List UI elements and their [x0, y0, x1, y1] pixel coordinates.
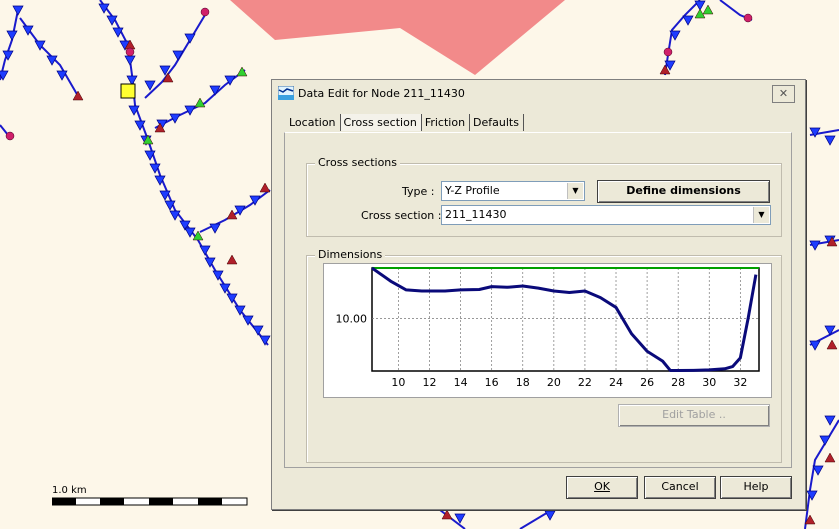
boundary-marker [702, 4, 714, 15]
define-dimensions-label: Define dimensions [626, 184, 741, 197]
x-tick-label: 24 [609, 376, 623, 389]
node-marker [6, 30, 18, 41]
node-marker [824, 135, 836, 146]
ok-button[interactable]: OK [566, 476, 638, 499]
structure-marker [441, 509, 453, 520]
node-marker [184, 33, 196, 44]
node-marker [544, 510, 556, 521]
y-tick-label: 10.00 [336, 312, 368, 325]
node-marker [809, 340, 821, 351]
dialog-titlebar[interactable]: Data Edit for Node 211_11430 ✕ [274, 82, 803, 104]
x-tick-label: 26 [640, 376, 654, 389]
node-marker [184, 105, 196, 116]
plot-area [371, 267, 760, 372]
x-tick-label: 30 [702, 376, 716, 389]
cross-section-chart: 10 12 14 16 18 20 22 24 26 28 30 32 10.00 [336, 266, 760, 389]
type-label: Type : [402, 185, 435, 198]
node-marker [124, 55, 136, 66]
define-dimensions-button[interactable]: Define dimensions [597, 180, 770, 203]
gauge-marker [5, 131, 15, 141]
landuse-area [230, 0, 565, 75]
x-tick-label: 18 [516, 376, 530, 389]
selected-node [120, 83, 136, 99]
x-tick-label: 32 [733, 376, 747, 389]
x-tick-label: 10 [391, 376, 405, 389]
node-marker [812, 465, 824, 476]
ok-label: OK [594, 480, 610, 493]
cancel-button[interactable]: Cancel [644, 476, 716, 499]
node-marker [819, 435, 831, 446]
scale-bar-graphic [52, 497, 248, 506]
tab-location[interactable]: Location [286, 114, 341, 131]
node-marker [824, 415, 836, 426]
boundary-marker [236, 66, 248, 77]
tab-strip: Location Cross section Friction Defaults [286, 114, 524, 132]
structure-marker [226, 254, 238, 265]
chevron-down-icon[interactable]: ▼ [567, 183, 583, 199]
gauge-marker [200, 7, 210, 17]
edit-table-label: Edit Table .. [662, 408, 726, 421]
dialog-title: Data Edit for Node 211_11430 [298, 87, 465, 100]
tab-friction[interactable]: Friction [422, 114, 471, 131]
x-tick-label: 22 [578, 376, 592, 389]
help-button[interactable]: Help [720, 476, 792, 499]
cross-sections-group-title: Cross sections [315, 156, 400, 169]
network-icon [278, 86, 294, 100]
help-label: Help [743, 480, 769, 493]
dimensions-group-title: Dimensions [315, 248, 386, 261]
x-tick-label: 16 [485, 376, 499, 389]
x-tick-label: 20 [547, 376, 561, 389]
cancel-label: Cancel [661, 480, 699, 493]
type-select[interactable]: Y-Z Profile ▼ [441, 181, 585, 201]
node-marker [252, 325, 264, 336]
x-tick-label: 12 [423, 376, 437, 389]
node-marker [209, 223, 221, 234]
tab-cross-section[interactable]: Cross section [340, 114, 422, 131]
type-select-value: Y-Z Profile [445, 184, 500, 197]
tab-defaults[interactable]: Defaults [470, 114, 524, 131]
structure-marker [824, 452, 836, 463]
x-tick-label: 28 [671, 376, 685, 389]
boundary-marker [194, 97, 206, 108]
cross-section-label: Cross section : [361, 209, 442, 222]
data-edit-dialog: Data Edit for Node 211_11430 ✕ Location … [271, 79, 806, 510]
structure-marker [72, 90, 84, 101]
x-tick-label: 14 [454, 376, 468, 389]
structure-marker [259, 182, 271, 193]
node-marker [199, 245, 211, 256]
gauge-marker [125, 47, 135, 57]
cross-section-select[interactable]: 211_11430 ▼ [441, 205, 771, 225]
close-button[interactable]: ✕ [772, 85, 795, 103]
cross-section-select-value: 211_11430 [445, 208, 507, 221]
edit-table-button[interactable]: Edit Table .. [618, 404, 770, 427]
node-marker [682, 15, 694, 26]
chevron-down-icon[interactable]: ▼ [753, 207, 769, 223]
structure-marker [826, 339, 838, 350]
gauge-marker [663, 47, 673, 57]
node-marker [259, 335, 271, 346]
node-marker [12, 5, 24, 16]
gauge-marker [743, 13, 753, 23]
scale-label: 1.0 km [52, 485, 87, 496]
